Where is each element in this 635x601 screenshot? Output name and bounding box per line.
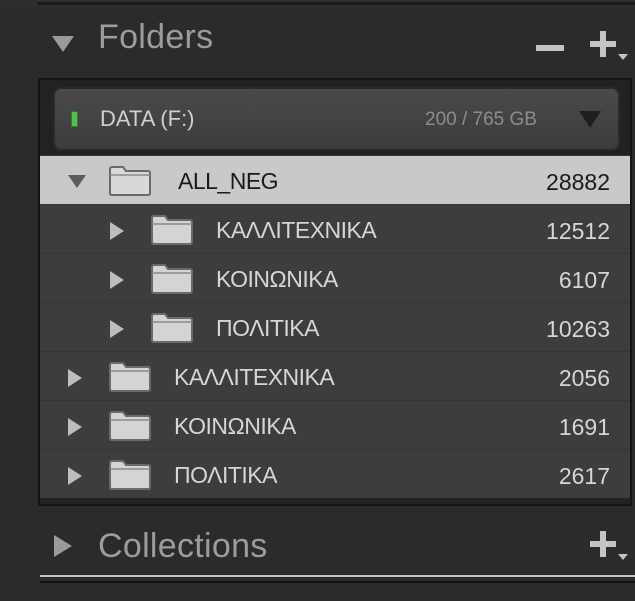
plus-dropdown-icon[interactable] xyxy=(590,30,630,67)
folder-count: 28882 xyxy=(546,169,610,195)
folder-count: 2056 xyxy=(558,365,610,391)
bottom-divider xyxy=(40,575,635,587)
folder-row[interactable]: ALL_NEG 28882 xyxy=(40,155,630,204)
folder-row[interactable]: ΚΟΙΝΩΝΙΚΑ 6107 xyxy=(40,253,630,302)
folder-name: ΚΑΛΛΙΤΕΧΝΙΚΑ xyxy=(174,364,335,390)
folder-icon xyxy=(151,264,193,294)
triangle-right-icon[interactable] xyxy=(68,467,82,485)
triangle-right-icon[interactable] xyxy=(68,418,82,436)
triangle-down-icon[interactable] xyxy=(52,36,74,54)
triangle-right-icon[interactable] xyxy=(54,535,72,557)
minus-icon[interactable] xyxy=(536,40,564,58)
folder-icon xyxy=(151,313,193,343)
volume-size: 200 / 765 GB xyxy=(425,109,537,130)
folder-row[interactable]: ΠΟΛΙΤΙΚΑ 10263 xyxy=(40,302,630,351)
folder-count: 12512 xyxy=(546,218,610,244)
folder-icon xyxy=(109,460,151,490)
collections-header[interactable]: Collections xyxy=(0,508,635,568)
folder-count: 10263 xyxy=(546,316,610,342)
folder-name: ALL_NEG xyxy=(178,168,279,194)
folder-row[interactable]: ΠΟΛΙΤΙΚΑ 2617 xyxy=(40,449,630,498)
volume-status-indicator xyxy=(71,111,78,127)
folder-name: ΚΑΛΛΙΤΕΧΝΙΚΑ xyxy=(216,217,377,243)
folder-name: ΠΟΛΙΤΙΚΑ xyxy=(216,315,319,341)
folder-icon xyxy=(151,215,193,245)
folder-name: ΠΟΛΙΤΙΚΑ xyxy=(174,462,277,488)
folder-row[interactable]: ΚΑΛΛΙΤΕΧΝΙΚΑ 2056 xyxy=(40,351,630,400)
lightroom-left-panel: Folders DATA (F:) 200 / 765 GB ALL_NEG 2… xyxy=(0,0,635,601)
folder-count: 1691 xyxy=(558,414,610,440)
folders-header[interactable]: Folders xyxy=(0,0,635,60)
folder-icon xyxy=(109,166,151,196)
triangle-right-icon[interactable] xyxy=(68,369,82,387)
folder-name: ΚΟΙΝΩΝΙΚΑ xyxy=(174,413,296,439)
collections-title: Collections xyxy=(98,527,268,565)
folder-row[interactable]: ΚΑΛΛΙΤΕΧΝΙΚΑ 12512 xyxy=(40,204,630,253)
folder-count: 6107 xyxy=(558,267,610,293)
folder-icon xyxy=(109,362,151,392)
folder-name: ΚΟΙΝΩΝΙΚΑ xyxy=(216,266,338,292)
folder-count: 2617 xyxy=(558,463,610,489)
triangle-right-icon[interactable] xyxy=(110,222,124,240)
volume-name: DATA (F:) xyxy=(100,106,195,131)
plus-dropdown-icon[interactable] xyxy=(590,530,630,567)
triangle-right-icon[interactable] xyxy=(110,320,124,338)
folder-row[interactable]: ΚΟΙΝΩΝΙΚΑ 1691 xyxy=(40,400,630,449)
triangle-down-icon[interactable] xyxy=(68,175,86,189)
folders-title: Folders xyxy=(98,18,214,56)
volume-header[interactable]: DATA (F:) 200 / 765 GB xyxy=(53,87,620,151)
folder-icon xyxy=(109,411,151,441)
triangle-right-icon[interactable] xyxy=(110,271,124,289)
bottom-bar xyxy=(0,589,635,601)
dropdown-triangle-icon[interactable] xyxy=(579,111,601,129)
